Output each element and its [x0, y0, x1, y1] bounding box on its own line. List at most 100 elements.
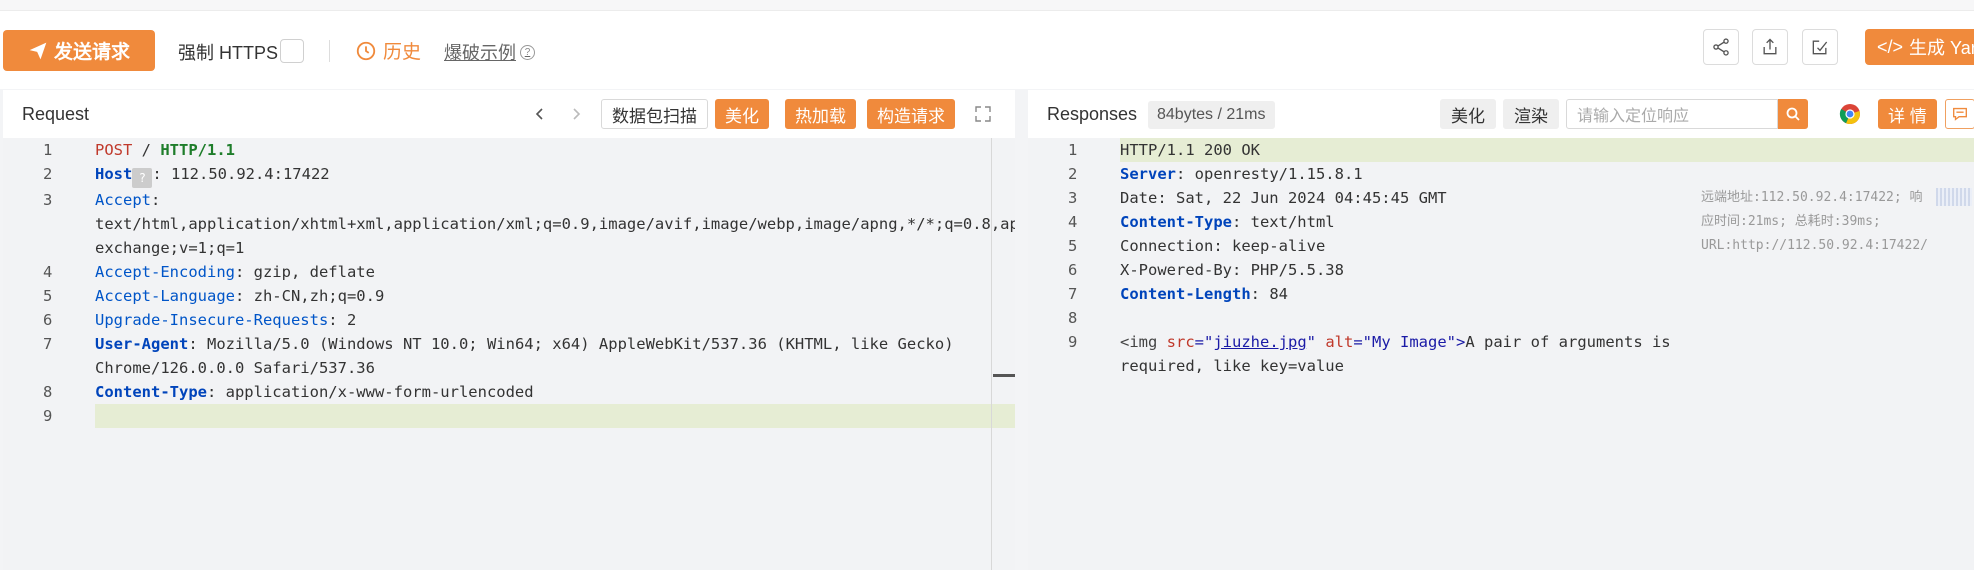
request-line: 6 Upgrade-Insecure-Requests: 2 — [3, 308, 1015, 332]
line-number: 6 — [1068, 261, 1078, 279]
request-beautify-button[interactable]: 美化 — [715, 99, 769, 129]
header-key: Server — [1120, 165, 1176, 183]
chrome-icon[interactable] — [1839, 103, 1861, 125]
header-key: Content-Type — [95, 383, 207, 401]
response-line: 2 Server: openresty/1.15.8.1 — [1028, 162, 1974, 186]
request-line: 1 POST / HTTP/1.1 — [3, 138, 1015, 162]
request-editor[interactable]: 1 POST / HTTP/1.1 2 Host?: 112.50.92.4:1… — [3, 138, 1015, 570]
img-src-link[interactable]: jiuzhe.jpg — [1213, 333, 1306, 351]
chevron-right-icon — [573, 108, 581, 120]
header-value: : application/x-www-form-urlencoded — [206, 383, 534, 401]
response-beautify-button[interactable]: 美化 — [1440, 99, 1496, 129]
header-line: X-Powered-By: PHP/5.5.38 — [1120, 261, 1344, 279]
history-label: 历史 — [383, 42, 422, 63]
render-button[interactable]: 渲染 — [1503, 99, 1559, 129]
generate-label: 生成 Yar — [1909, 38, 1974, 58]
empty-line — [1120, 306, 1974, 330]
http-protocol: HTTP/1.1 — [160, 141, 235, 159]
header-key: Host — [95, 165, 133, 183]
line-number: 3 — [43, 191, 53, 209]
prev-button[interactable] — [528, 102, 552, 126]
line-number: 2 — [43, 165, 53, 183]
expand-icon[interactable] — [973, 104, 993, 124]
header-value: : zh-CN,zh;q=0.9 — [234, 287, 385, 305]
line-number: 4 — [43, 263, 53, 281]
search-button[interactable] — [1778, 99, 1808, 129]
response-panel: Responses 84bytes / 21ms 美化 渲染 请输入定位响应 详… — [1028, 90, 1974, 570]
http-method: POST — [95, 141, 133, 159]
line-number: 2 — [1068, 165, 1078, 183]
build-request-button[interactable]: 构造请求 — [867, 99, 955, 129]
html-attr-src: src — [1166, 333, 1195, 351]
line-number: 7 — [43, 335, 53, 353]
export-icon — [1763, 38, 1777, 55]
send-request-label: 发送请求 — [53, 42, 130, 63]
force-https-checkbox[interactable] — [280, 39, 304, 63]
chat-button[interactable] — [1945, 99, 1974, 129]
edit-button[interactable] — [1802, 29, 1838, 65]
send-request-button[interactable]: 发送请求 — [3, 30, 155, 71]
line-number: 3 — [1068, 189, 1078, 207]
edit-icon — [1812, 40, 1828, 55]
request-line: 4 Accept-Encoding: gzip, deflate — [3, 260, 1015, 284]
header-value: : 84 — [1250, 285, 1288, 303]
line-number: 6 — [43, 311, 53, 329]
code-icon: </> — [1877, 36, 1904, 57]
line-number: 9 — [3, 404, 95, 428]
response-line: 8 — [1028, 306, 1974, 330]
search-icon — [1786, 107, 1800, 121]
response-line: 9 <img src="jiuzhe.jpg" alt="My Image">A… — [1028, 330, 1974, 378]
html-eq: =" — [1194, 333, 1214, 351]
minimap-preview — [1936, 188, 1972, 206]
empty-line — [95, 404, 1015, 428]
html-eq: =" — [1353, 333, 1373, 351]
line-number: 5 — [1068, 237, 1078, 255]
request-line: 7 User-Agent: Mozilla/5.0 (Windows NT 10… — [3, 332, 1015, 380]
request-line-active: 9 — [3, 404, 1015, 428]
share-button[interactable] — [1703, 29, 1739, 65]
clock-icon — [356, 41, 376, 60]
chevron-left-icon — [535, 108, 543, 120]
header-value: : gzip, deflate — [234, 263, 375, 281]
line-number: 1 — [1068, 141, 1078, 159]
main-toolbar: 发送请求 强制 HTTPS 历史 爆破示例 ? </> 生成 Yar — [0, 11, 1974, 89]
header-key: User-Agent — [95, 335, 189, 353]
editor-scrollbar-thumb[interactable] — [993, 374, 1015, 377]
img-alt-value: My Image — [1372, 333, 1447, 351]
brute-force-examples-link[interactable]: 爆破示例 ? — [444, 39, 535, 65]
remote-info-text: 远端地址:112.50.92.4:17422; 响应时间:21ms; 总耗时:3… — [1701, 190, 1928, 253]
line-number: 7 — [1068, 285, 1078, 303]
request-panel: Request 数据包扫描 美化 热加载 构造请求 1 POST / HTTP/… — [3, 90, 1015, 570]
header-value: : text/html,application/xhtml+xml,applic… — [95, 191, 1015, 257]
request-panel-header: Request 数据包扫描 美化 热加载 构造请求 — [3, 90, 1015, 138]
html-attr-alt: alt — [1325, 333, 1354, 351]
line-number: 1 — [43, 141, 53, 159]
line-number: 8 — [43, 383, 53, 401]
header-value: : 2 — [328, 311, 357, 329]
hotload-button[interactable]: 热加载 — [785, 99, 856, 129]
header-value: : text/html — [1231, 213, 1335, 231]
history-button[interactable]: 历史 — [355, 37, 421, 64]
help-icon[interactable]: ? — [520, 44, 535, 60]
line-number: 8 — [1068, 309, 1078, 327]
detail-button[interactable]: 详 情 — [1878, 99, 1937, 129]
header-value: : Mozilla/5.0 (Windows NT 10.0; Win64; x… — [95, 335, 963, 377]
host-hint-badge[interactable]: ? — [132, 168, 153, 188]
header-value: : openresty/1.15.8.1 — [1176, 165, 1363, 183]
header-key: Accept — [95, 191, 151, 209]
header-key: Content-Type — [1120, 213, 1232, 231]
request-title: Request — [22, 104, 90, 124]
line-number: 4 — [1068, 213, 1078, 231]
next-button[interactable] — [564, 102, 588, 126]
export-button[interactable] — [1752, 29, 1788, 65]
header-value: : 112.50.92.4:17422 — [152, 165, 330, 183]
response-editor[interactable]: 1 HTTP/1.1 200 OK 2 Server: openresty/1.… — [1028, 138, 1974, 570]
html-quote: " — [1306, 333, 1326, 351]
line-number: 5 — [43, 287, 53, 305]
status-line: HTTP/1.1 200 OK — [1120, 138, 1974, 162]
locate-response-input[interactable]: 请输入定位响应 — [1566, 99, 1778, 129]
html-tag-open: <img — [1120, 333, 1167, 351]
generate-yaml-button[interactable]: </> 生成 Yar — [1865, 29, 1974, 65]
packet-scan-button[interactable]: 数据包扫描 — [601, 99, 708, 129]
response-size-badge: 84bytes / 21ms — [1148, 101, 1275, 129]
